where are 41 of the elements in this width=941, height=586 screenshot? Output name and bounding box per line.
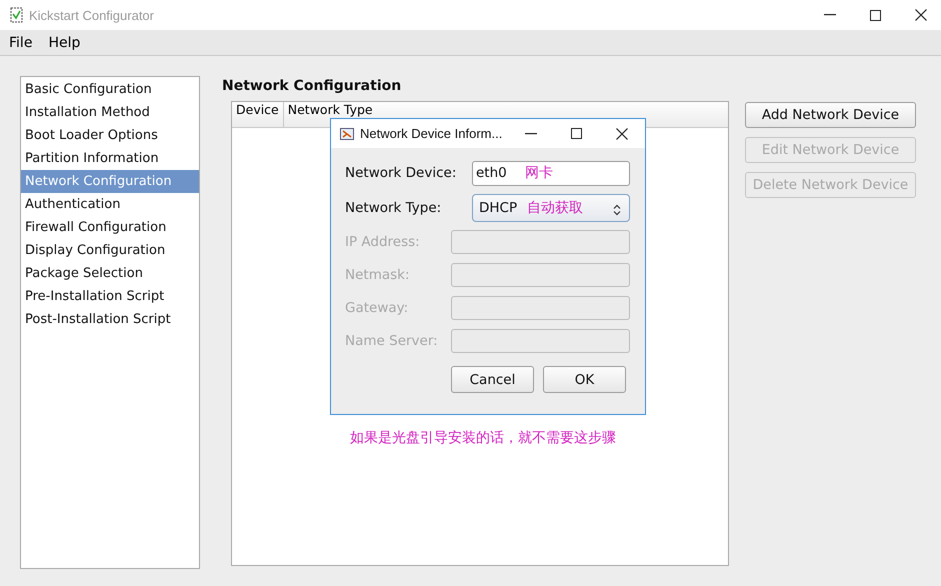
annotation-text: 网卡 [525, 164, 553, 182]
minimize-icon[interactable] [824, 14, 836, 16]
maximize-icon[interactable] [571, 128, 582, 139]
sidebar-item[interactable]: Firewall Configuration [21, 216, 199, 239]
sidebar-item[interactable]: Pre-Installation Script [21, 285, 199, 308]
input-field[interactable] [451, 263, 630, 287]
sidebar-item[interactable]: Authentication [21, 193, 199, 216]
input-field[interactable] [451, 230, 630, 254]
dialog-title: Network Device Inform... [360, 126, 504, 141]
action-button[interactable]: Add Network Device [745, 102, 916, 128]
annotation-text: 自动获取 [527, 199, 583, 217]
menu-item[interactable]: File [9, 34, 32, 50]
maximize-icon[interactable] [870, 10, 881, 20]
annotation-text: 如果是光盘引导安装的话，就不需要这步骤 [350, 429, 616, 447]
field-label: Network Type: [345, 200, 442, 216]
app-icon [10, 7, 23, 23]
field-label: Name Server: [345, 333, 439, 349]
dialog-button[interactable]: Cancel [451, 366, 534, 393]
input-field[interactable] [451, 296, 630, 320]
field-label: Netmask: [345, 267, 411, 283]
input-field[interactable] [451, 329, 630, 353]
field-label: IP Address: [345, 234, 421, 250]
sidebar-item[interactable]: Basic Configuration [21, 78, 199, 101]
sidebar-item[interactable]: Display Configuration [21, 239, 199, 262]
close-icon[interactable] [915, 9, 927, 21]
sidebar-item[interactable]: Package Selection [21, 262, 199, 285]
sidebar-item[interactable]: Post-Installation Script [21, 308, 199, 331]
window-title: Kickstart Configurator [29, 8, 155, 22]
chevron-icon [613, 204, 621, 216]
field-label: Network Device: [345, 165, 458, 181]
field-label: Gateway: [345, 300, 410, 316]
minimize-icon[interactable] [525, 132, 537, 134]
app-icon [340, 128, 354, 140]
sidebar-item[interactable]: Installation Method [21, 101, 199, 124]
menu-item[interactable]: Help [48, 34, 80, 50]
dialog-button[interactable]: OK [543, 366, 626, 393]
sidebar-item[interactable]: Boot Loader Options [21, 124, 199, 147]
close-icon[interactable] [616, 128, 628, 140]
column-header[interactable]: Device [232, 102, 284, 127]
sidebar-item[interactable]: Partition Information [21, 147, 199, 170]
section-title: Network Configuration [222, 77, 402, 96]
